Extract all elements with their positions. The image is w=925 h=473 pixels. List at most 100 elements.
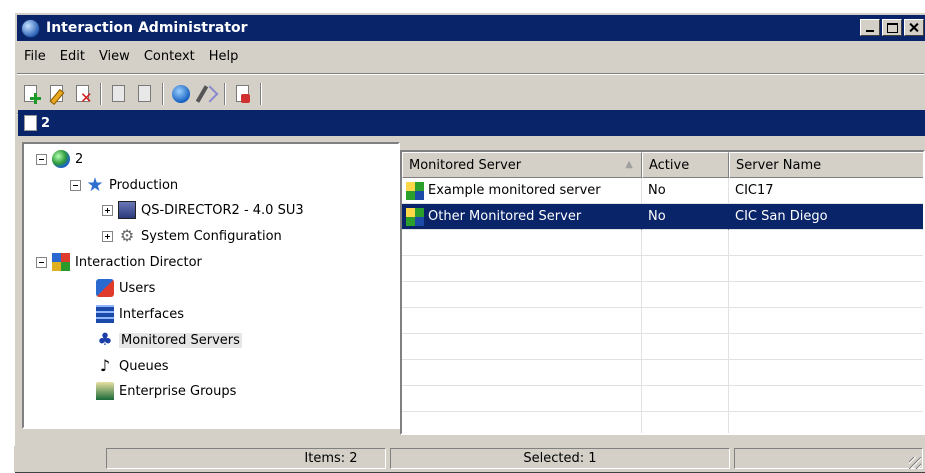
monitored-servers-list[interactable]: Monitored Server ▲ Active Server Name Ex… [400, 150, 925, 435]
toolbar-separator [162, 83, 164, 105]
monitored-server-icon [406, 181, 424, 200]
table-row-selected[interactable]: Other Monitored Server No CIC San Diego [402, 204, 923, 230]
column-header-monitored-server[interactable]: Monitored Server ▲ [402, 152, 642, 178]
properties-icon[interactable] [231, 82, 255, 106]
paste-icon[interactable] [133, 82, 157, 106]
tree-item-interfaces[interactable]: Interfaces [96, 303, 184, 325]
interfaces-icon [96, 305, 114, 323]
tree-item-users[interactable]: Users [96, 277, 155, 299]
status-selected: Selected: 1 [390, 448, 730, 469]
connect-icon[interactable] [169, 82, 193, 106]
cell-active: No [642, 178, 729, 204]
menu-help[interactable]: Help [202, 49, 246, 64]
list-header: Monitored Server ▲ Active Server Name [402, 152, 923, 178]
column-header-label: Server Name [736, 157, 822, 173]
collapse-icon[interactable] [36, 256, 47, 268]
tree-item-production[interactable]: ★ Production [70, 174, 178, 196]
users-icon [96, 279, 114, 297]
cell-text: Example monitored server [428, 183, 601, 198]
menu-separator [17, 73, 924, 75]
tree-item-label: Interfaces [119, 306, 184, 322]
empty-row [402, 256, 923, 282]
empty-row [402, 334, 923, 360]
status-items-text: Items: 2 [304, 451, 358, 466]
menu-context[interactable]: Context [137, 49, 202, 64]
wizard-icon[interactable] [195, 82, 219, 106]
title-bar[interactable]: Interaction Administrator [17, 15, 925, 41]
empty-row [402, 360, 923, 386]
collapse-icon[interactable] [70, 179, 81, 191]
tree-item-interaction-director[interactable]: Interaction Director [36, 251, 202, 273]
status-extra [734, 448, 923, 469]
status-selected-text: Selected: 1 [523, 451, 597, 466]
tree-item-label: Queues [119, 358, 169, 374]
status-items: Items: 2 [106, 448, 386, 469]
expand-icon[interactable] [102, 230, 113, 242]
tree-item-system-configuration[interactable]: ⚙ System Configuration [102, 225, 282, 247]
toolbar-separator [224, 83, 226, 105]
navigation-tree[interactable]: 2 ★ Production QS-DIRECTOR2 - 4.0 SU3 ⚙ … [22, 142, 400, 429]
tree-item-enterprise-groups[interactable]: Enterprise Groups [96, 380, 236, 402]
tree-item-monitored-servers[interactable]: ♣ Monitored Servers [96, 329, 242, 351]
column-header-server-name[interactable]: Server Name [729, 152, 923, 178]
empty-row [402, 412, 923, 433]
tree-item-label: Monitored Servers [119, 332, 242, 348]
toolbar-separator [100, 83, 102, 105]
menu-view[interactable]: View [92, 49, 137, 64]
monitored-server-icon [406, 207, 424, 226]
delete-icon[interactable]: ✕ [71, 82, 95, 106]
tree-item-label: QS-DIRECTOR2 - 4.0 SU3 [141, 202, 304, 218]
menu-bar: File Edit View Context Help [17, 45, 245, 67]
empty-row [402, 386, 923, 412]
status-bar: Items: 2 Selected: 1 [14, 446, 925, 472]
document-icon [24, 115, 37, 131]
cell-monitored-server: Other Monitored Server [402, 204, 642, 230]
empty-row [402, 230, 923, 256]
collapse-icon[interactable] [36, 153, 47, 165]
maximize-button[interactable] [882, 19, 902, 36]
table-row[interactable]: Example monitored server No CIC17 [402, 178, 923, 204]
tree-item-label: System Configuration [141, 228, 282, 244]
server-icon [118, 201, 136, 219]
cell-server-name: CIC17 [729, 178, 923, 204]
tree-item-root[interactable]: 2 [36, 148, 83, 170]
edit-icon[interactable] [45, 82, 69, 106]
column-header-active[interactable]: Active [642, 152, 729, 178]
copy-icon[interactable] [107, 82, 131, 106]
cell-server-name: CIC San Diego [729, 204, 923, 230]
column-header-label: Active [649, 157, 690, 173]
close-button[interactable] [904, 19, 924, 36]
column-header-label: Monitored Server [409, 157, 522, 173]
menu-edit[interactable]: Edit [53, 49, 92, 64]
expand-icon[interactable] [102, 204, 113, 216]
app-globe-icon[interactable] [21, 18, 40, 38]
window-title: Interaction Administrator [46, 20, 248, 36]
tree-item-label: 2 [75, 151, 84, 167]
resize-grip-icon[interactable] [909, 457, 921, 469]
new-icon[interactable] [19, 82, 43, 106]
cell-text: Other Monitored Server [428, 209, 582, 224]
tree-item-queues[interactable]: ♪ Queues [96, 355, 169, 377]
panel-header: 2 [18, 110, 925, 136]
queues-icon: ♪ [99, 356, 111, 375]
globe-icon [52, 150, 70, 168]
tree-item-label: Enterprise Groups [119, 383, 237, 399]
configuration-icon: ⚙ [119, 226, 135, 245]
tree-item-label: Users [119, 280, 156, 296]
cell-active: No [642, 204, 729, 230]
building-icon [96, 382, 114, 400]
empty-row [402, 308, 923, 334]
menu-file[interactable]: File [17, 49, 53, 64]
empty-row [402, 282, 923, 308]
director-icon [52, 253, 70, 271]
star-icon: ★ [86, 174, 104, 196]
tree-item-label: Production [109, 177, 179, 193]
toolbar-separator [260, 83, 262, 105]
tree-item-server[interactable]: QS-DIRECTOR2 - 4.0 SU3 [102, 199, 304, 221]
toolbar: ✕ [19, 79, 265, 109]
network-icon: ♣ [97, 330, 113, 350]
minimize-button[interactable] [860, 19, 880, 36]
panel-title: 2 [41, 115, 51, 131]
tree-item-label: Interaction Director [75, 254, 202, 270]
sort-ascending-icon: ▲ [625, 159, 633, 170]
